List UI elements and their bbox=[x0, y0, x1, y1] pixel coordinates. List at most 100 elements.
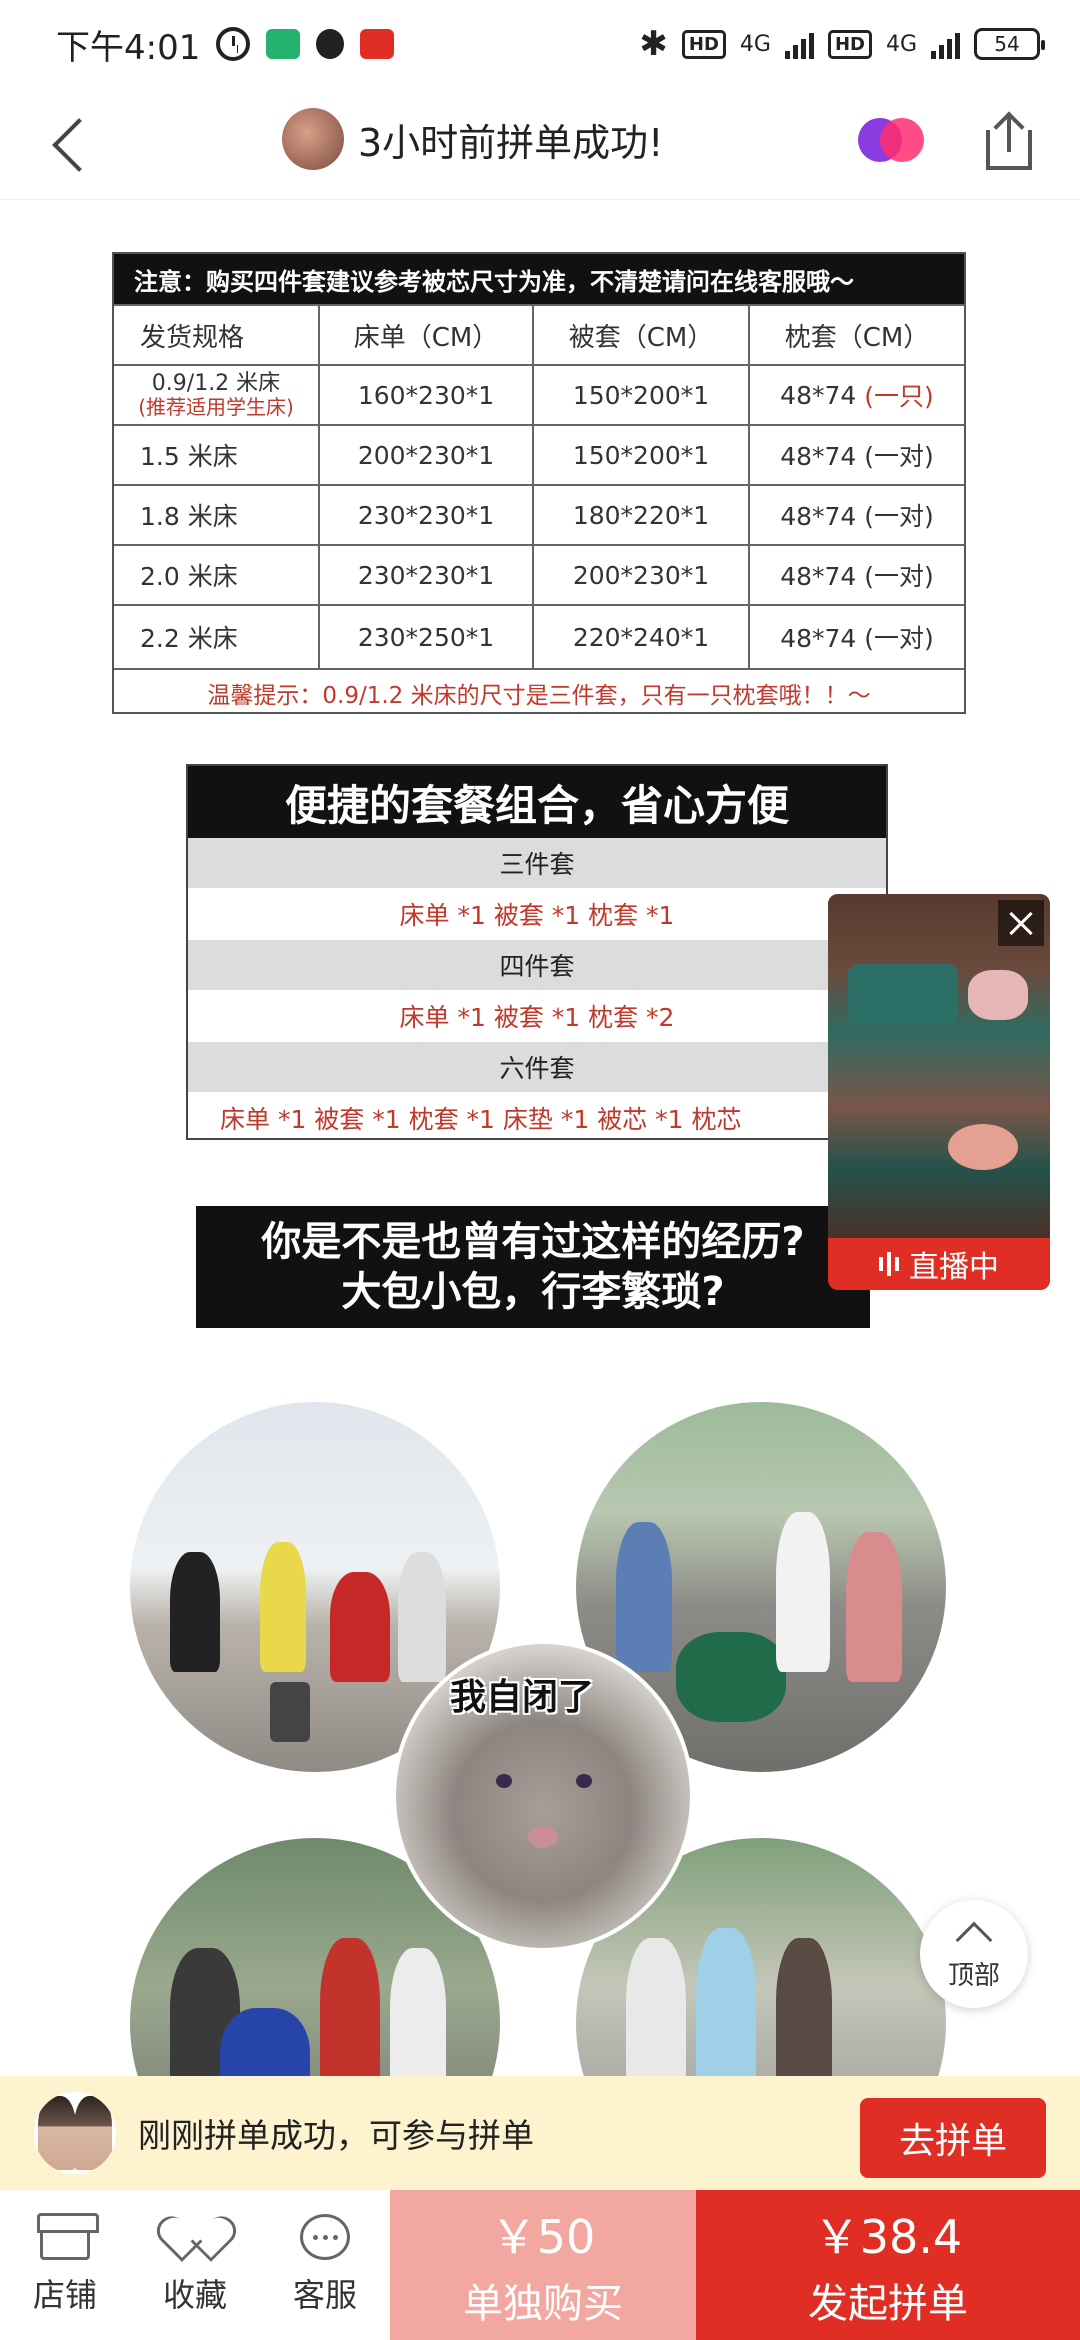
live-logo-icon[interactable] bbox=[858, 118, 924, 164]
spec-note: (推荐适用学生床) bbox=[138, 395, 294, 420]
combo-set-name: 四件套 bbox=[188, 940, 886, 990]
share-icon[interactable] bbox=[986, 114, 1032, 170]
store-button[interactable]: 店铺 bbox=[0, 2190, 130, 2340]
caption-line: 大包小包，行李繁琐? bbox=[341, 1269, 725, 1315]
table-row: 1.8 米床 230*230*1 180*220*1 48*74 (一对) bbox=[114, 484, 964, 544]
table-cell: 230*230*1 bbox=[318, 486, 532, 544]
customer-service-label: 客服 bbox=[292, 2276, 357, 2314]
back-to-top-button[interactable]: 顶部 bbox=[920, 1900, 1028, 2008]
table-row: 0.9/1.2 米床 (推荐适用学生床) 160*230*1 150*200*1… bbox=[114, 364, 964, 424]
alarm-icon bbox=[216, 27, 251, 61]
combo-set-items: 床单 *1 被套 *1 枕套 *2 bbox=[399, 1003, 675, 1032]
hd-badge-1: HD bbox=[681, 29, 726, 59]
back-to-top-label: 顶部 bbox=[947, 1960, 1000, 1991]
combo-title: 便捷的套餐组合，省心方便 bbox=[188, 766, 886, 838]
table-cell-spec: 1.5 米床 bbox=[140, 442, 238, 471]
back-icon[interactable] bbox=[46, 112, 106, 176]
group-price: ￥38.4 bbox=[813, 2210, 963, 2264]
favorite-label: 收藏 bbox=[162, 2276, 227, 2314]
network-type-2: 4G bbox=[885, 31, 917, 57]
combo-set-items: 床单 *1 被套 *1 枕套 *1 bbox=[399, 901, 675, 930]
group-label: 发起拼单 bbox=[808, 2281, 968, 2327]
table-cell: 160*230*1 bbox=[318, 366, 532, 424]
table-row: 1.5 米床 200*230*1 150*200*1 48*74 (一对) bbox=[114, 424, 964, 484]
join-group-button[interactable]: 去拼单 bbox=[860, 2098, 1046, 2178]
table-cell: 200*230*1 bbox=[318, 426, 532, 484]
page-title: 3小时前拼单成功! bbox=[358, 120, 664, 165]
table-cell: 150*200*1 bbox=[532, 366, 748, 424]
chevron-up-icon bbox=[955, 1921, 993, 1958]
table-row: 2.0 米床 230*230*1 200*230*1 48*74 (一对) bbox=[114, 544, 964, 604]
table-cell: 48*74 (一对) bbox=[748, 606, 964, 668]
table-cell: 48*74 (一对) bbox=[748, 426, 964, 484]
header: 3小时前拼单成功! bbox=[0, 88, 1080, 200]
battery-level: 54 bbox=[994, 32, 1020, 56]
size-table-footer: 温馨提示：0.9/1.2 米床的尺寸是三件套，只有一只枕套哦！！～ bbox=[114, 668, 964, 716]
caption-line: 你是不是也曾有过这样的经历? bbox=[261, 1219, 805, 1265]
table-cell-spec: 1.8 米床 bbox=[140, 502, 238, 531]
avatar bbox=[34, 2092, 116, 2174]
alone-price: ￥50 bbox=[490, 2210, 596, 2264]
table-cell: 230*250*1 bbox=[318, 606, 532, 668]
pillow-note: (一只) bbox=[864, 382, 934, 411]
table-cell: 180*220*1 bbox=[532, 486, 748, 544]
table-cell: 48*74 (一对) bbox=[748, 546, 964, 604]
product-detail-page: 下午4:01 ✱ HD 4G HD 4G 54 3小时前拼单成功! 注意：购买四… bbox=[0, 0, 1080, 2340]
heart-icon bbox=[170, 2214, 220, 2260]
network-type-1: 4G bbox=[739, 31, 771, 57]
column-header: 被套（CM） bbox=[532, 306, 748, 364]
pinduoduo-notification-icon bbox=[360, 29, 395, 59]
column-header: 发货规格 bbox=[140, 322, 245, 353]
table-cell-spec: 2.2 米床 bbox=[140, 624, 238, 653]
battery-icon: 54 bbox=[974, 28, 1045, 60]
live-badge-label: 直播中 bbox=[909, 1250, 999, 1285]
customer-service-button[interactable]: 客服 bbox=[260, 2190, 390, 2340]
table-cell: 48*74 (一只) bbox=[748, 366, 964, 424]
table-cell: 220*240*1 bbox=[532, 606, 748, 668]
meme-caption: 我自闭了 bbox=[450, 1677, 595, 1718]
caption-box: 你是不是也曾有过这样的经历? 大包小包，行李繁琐? bbox=[196, 1206, 870, 1328]
chat-icon bbox=[300, 2214, 350, 2260]
table-cell-spec: 2.0 米床 bbox=[140, 562, 238, 591]
size-table-notice: 注意：购买四件套建议参考被芯尺寸为准，不清楚请问在线客服哦～ bbox=[114, 254, 964, 304]
table-cell-spec: 0.9/1.2 米床 (推荐适用学生床) bbox=[114, 366, 318, 424]
group-buy-text: 刚刚拼单成功，可参与拼单 bbox=[138, 2116, 534, 2155]
size-table: 注意：购买四件套建议参考被芯尺寸为准，不清楚请问在线客服哦～ 发货规格 床单（C… bbox=[112, 252, 966, 714]
table-cell: 230*230*1 bbox=[318, 546, 532, 604]
qq-icon bbox=[316, 29, 345, 59]
signal-icon-2 bbox=[931, 29, 960, 59]
size-table-header: 发货规格 床单（CM） 被套（CM） 枕套（CM） bbox=[114, 304, 964, 364]
signal-icon-1 bbox=[784, 29, 814, 59]
live-badge[interactable]: 直播中 bbox=[828, 1238, 1050, 1290]
favorite-button[interactable]: 收藏 bbox=[130, 2190, 260, 2340]
alone-label: 单独购买 bbox=[463, 2281, 623, 2327]
avatar bbox=[282, 108, 344, 170]
status-bar: 下午4:01 ✱ HD 4G HD 4G 54 bbox=[0, 0, 1080, 88]
store-icon bbox=[37, 2213, 99, 2260]
group-success-indicator: 3小时前拼单成功! bbox=[282, 108, 663, 170]
live-stream-window[interactable]: 直播中 bbox=[828, 894, 1050, 1290]
table-row: 2.2 米床 230*250*1 220*240*1 48*74 (一对) bbox=[114, 604, 964, 668]
status-time: 下午4:01 bbox=[56, 27, 201, 68]
combo-table: 便捷的套餐组合，省心方便 三件套 床单 *1 被套 *1 枕套 *1 四件套 床… bbox=[186, 764, 888, 1140]
table-cell: 48*74 (一对) bbox=[748, 486, 964, 544]
spec-label: 0.9/1.2 米床 bbox=[151, 370, 281, 396]
combo-set-name: 六件套 bbox=[188, 1042, 886, 1092]
pillow-size: 48*74 bbox=[780, 380, 857, 410]
combo-set-items: 床单 *1 被套 *1 枕套 *1 床垫 *1 被芯 *1 枕芯 bbox=[220, 1105, 742, 1134]
app-notification-icon bbox=[266, 29, 301, 59]
column-header: 床单（CM） bbox=[318, 306, 532, 364]
bottom-action-bar: 店铺 收藏 客服 ￥50 单独购买 ￥38.4 发起拼单 bbox=[0, 2190, 1080, 2340]
store-label: 店铺 bbox=[32, 2276, 97, 2314]
close-icon[interactable] bbox=[998, 900, 1044, 946]
bluetooth-icon: ✱ bbox=[639, 24, 668, 64]
table-cell: 200*230*1 bbox=[532, 546, 748, 604]
start-group-buy-button[interactable]: ￥38.4 发起拼单 bbox=[696, 2190, 1080, 2340]
column-header: 枕套（CM） bbox=[748, 306, 964, 364]
group-buy-banner: 刚刚拼单成功，可参与拼单 去拼单 bbox=[0, 2076, 1080, 2190]
live-wave-icon bbox=[879, 1252, 899, 1276]
hd-badge-2: HD bbox=[827, 29, 872, 59]
buy-alone-button[interactable]: ￥50 单独购买 bbox=[390, 2190, 696, 2340]
table-cell: 150*200*1 bbox=[532, 426, 748, 484]
combo-set-name: 三件套 bbox=[188, 838, 886, 888]
